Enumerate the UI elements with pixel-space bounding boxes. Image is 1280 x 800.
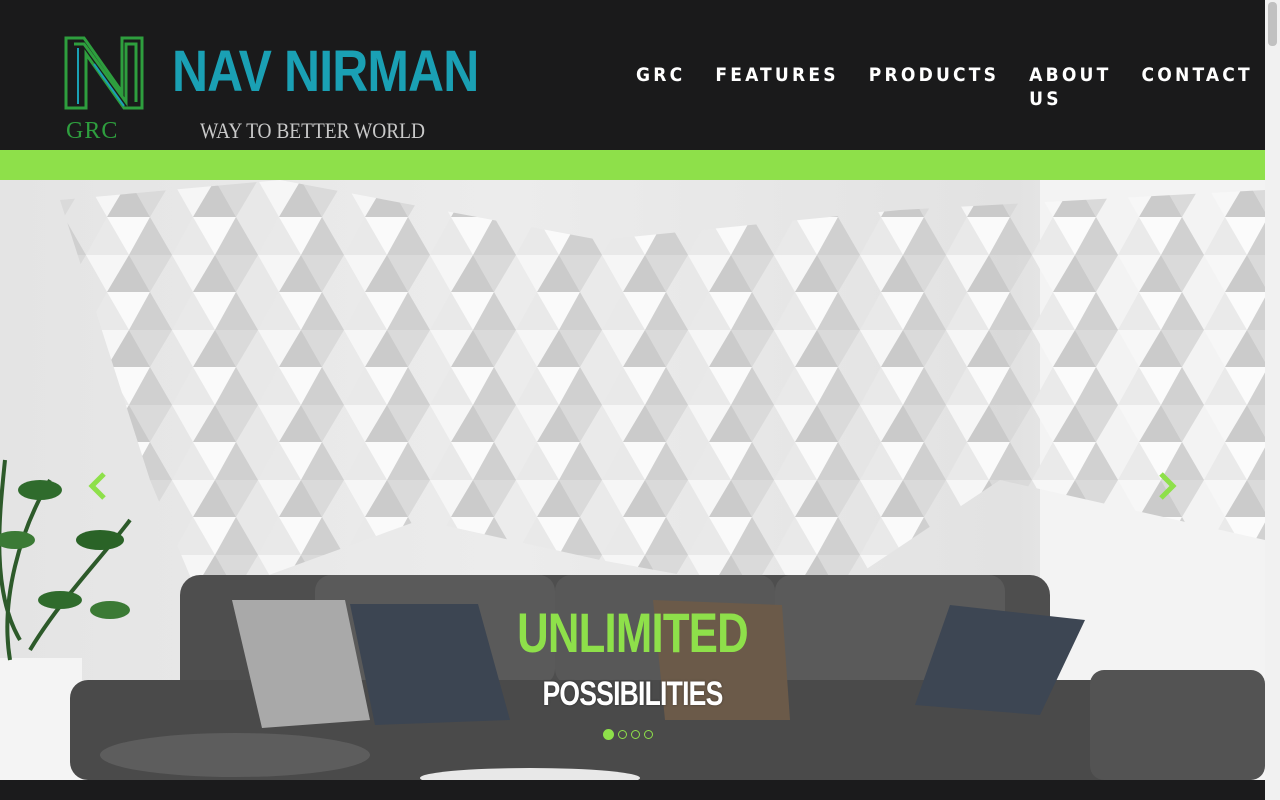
slider-pagination	[603, 729, 653, 740]
slider-dot-2[interactable]	[618, 730, 627, 739]
slider-dot-4[interactable]	[644, 730, 653, 739]
nav-item-products[interactable]: PRODUCTS	[869, 63, 999, 111]
scrollbar-thumb[interactable]	[1268, 2, 1277, 46]
nav-item-grc[interactable]: GRC	[636, 63, 685, 111]
logo-tagline: WAY TO BETTER WORLD	[200, 118, 425, 143]
logo-brand-name[interactable]: NAV NIRMAN	[172, 40, 479, 104]
hero-caption-subtitle: POSSIBILITIES	[542, 675, 724, 713]
accent-divider	[0, 150, 1265, 180]
footer-strip	[0, 780, 1265, 800]
logo-n-icon[interactable]	[62, 34, 146, 112]
logo-grc-text: GRC	[66, 118, 119, 144]
page-scrollbar[interactable]	[1265, 0, 1280, 800]
main-nav: GRC FEATURES PRODUCTS ABOUT US CONTACT	[636, 63, 1280, 111]
hero-caption-title: UNLIMITED	[517, 601, 749, 664]
nav-item-about-us[interactable]: ABOUT US	[1029, 63, 1111, 111]
nav-item-features[interactable]: FEATURES	[715, 63, 838, 111]
site-header: GRC NAV NIRMAN WAY TO BETTER WORLD GRC F…	[0, 0, 1265, 150]
chevron-left-icon[interactable]	[86, 470, 110, 502]
hero-slider[interactable]: UNLIMITED POSSIBILITIES	[0, 180, 1265, 780]
slider-dot-1[interactable]	[603, 729, 614, 740]
slider-dot-3[interactable]	[631, 730, 640, 739]
chevron-right-icon[interactable]	[1155, 470, 1179, 502]
nav-item-contact[interactable]: CONTACT	[1142, 63, 1253, 111]
